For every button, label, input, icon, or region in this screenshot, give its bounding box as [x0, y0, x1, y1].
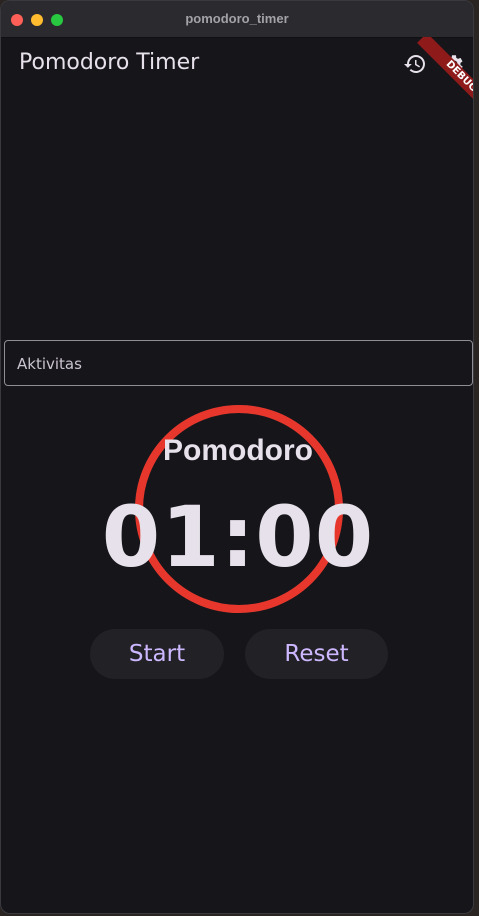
timer-display: 01:00 — [101, 488, 375, 586]
reset-button[interactable]: Reset — [245, 629, 388, 679]
debug-label: DEBUG — [417, 37, 473, 117]
timer-mode-label: Pomodoro — [163, 434, 313, 467]
activity-field[interactable] — [4, 340, 473, 387]
activity-input[interactable] — [15, 341, 462, 387]
debug-banner: DEBUG — [401, 37, 473, 117]
window-title: pomodoro_timer — [185, 11, 289, 26]
window-titlebar[interactable]: pomodoro_timer — [1, 1, 473, 38]
page-title: Pomodoro Timer — [19, 50, 200, 75]
app-window: pomodoro_timer Pomodoro Timer DEBUG Pomo… — [0, 0, 474, 914]
start-button[interactable]: Start — [90, 629, 224, 679]
